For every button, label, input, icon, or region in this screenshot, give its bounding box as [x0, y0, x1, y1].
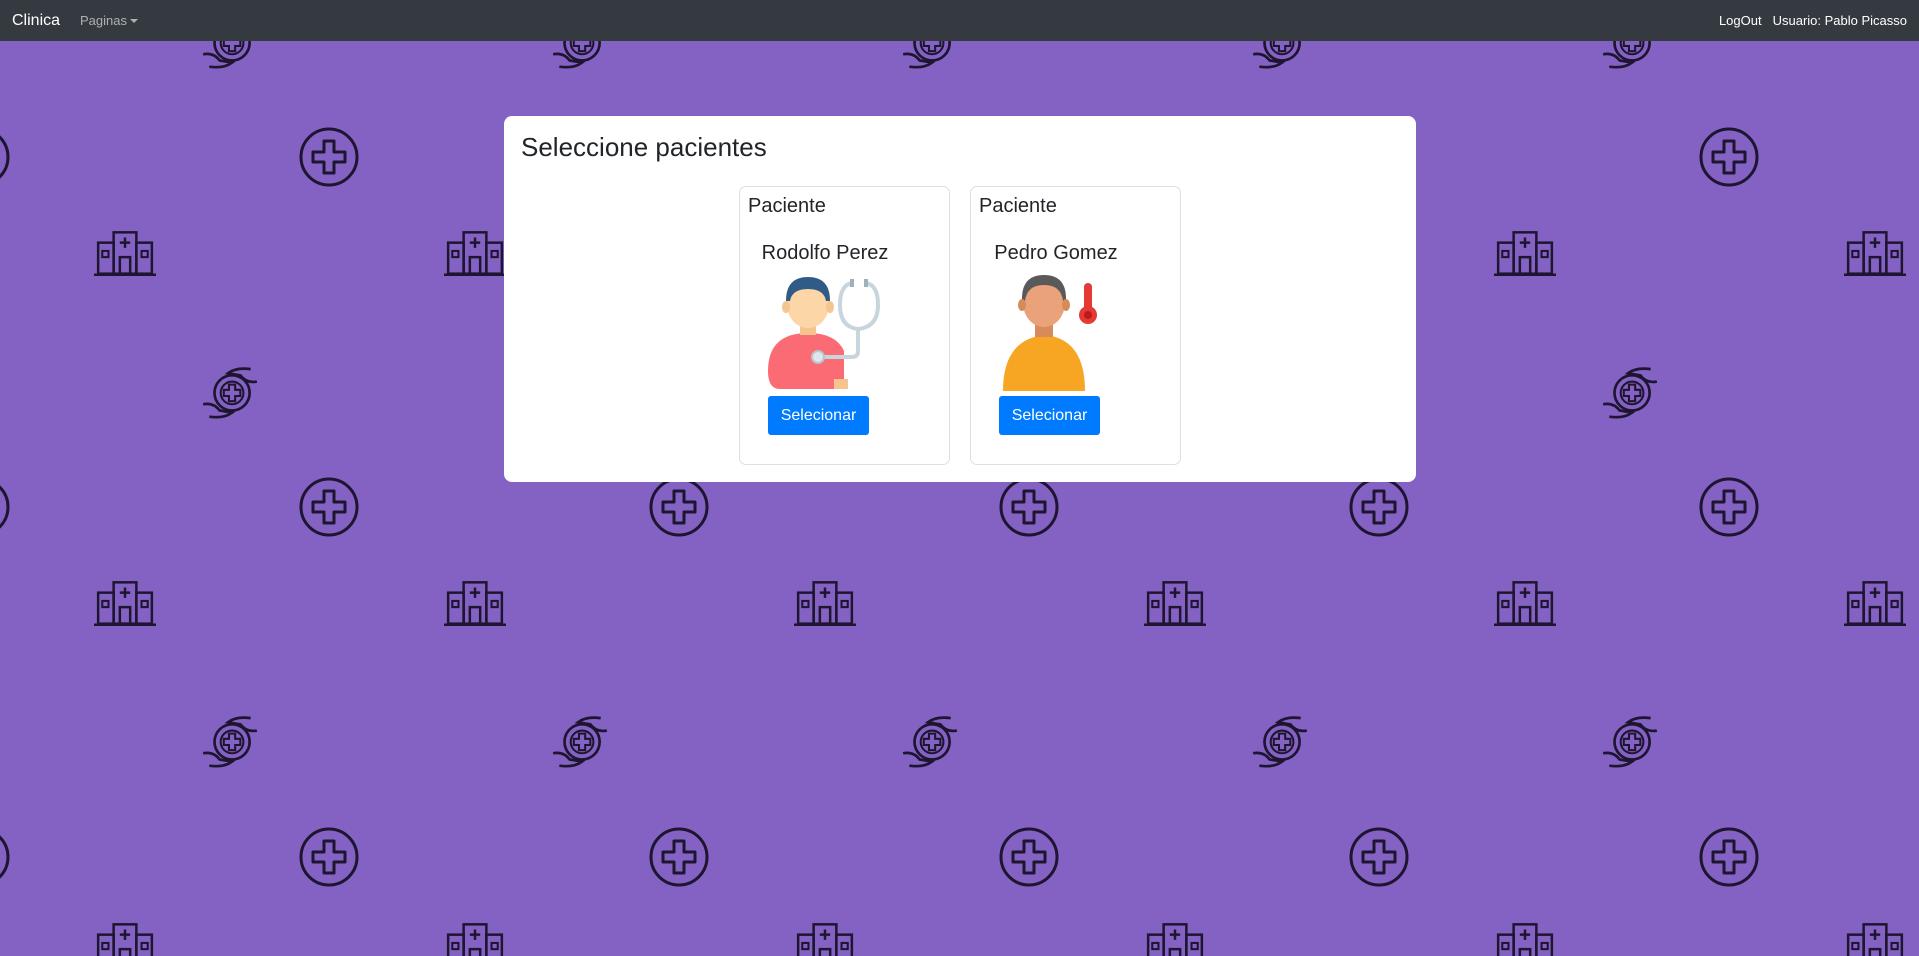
plus-circle-icon [1699, 477, 1759, 537]
patient-card: Paciente Rodolfo Perez Selecionar [739, 186, 950, 465]
chevron-down-icon [130, 18, 138, 23]
hands-care-icon [1251, 716, 1309, 768]
hospital-building-icon [794, 581, 856, 626]
plus-circle-icon [0, 827, 10, 887]
hands-care-icon [551, 716, 609, 768]
hospital-building-icon [94, 581, 156, 626]
plus-circle-icon [299, 477, 359, 537]
hospital-building-icon [444, 231, 506, 276]
plus-circle-icon [0, 477, 10, 537]
plus-circle-icon [1699, 127, 1759, 187]
nav-right-group: LogOut Usuario: Pablo Picasso [1719, 13, 1907, 28]
plus-circle-icon [649, 477, 709, 537]
plus-circle-icon [299, 127, 359, 187]
hands-care-icon [201, 367, 259, 419]
hospital-building-icon [1494, 923, 1556, 956]
hospital-building-icon [1494, 231, 1556, 276]
brand-link[interactable]: Clinica [12, 12, 60, 29]
hands-care-icon [201, 716, 259, 768]
hospital-building-icon [1844, 923, 1906, 956]
plus-circle-icon [999, 827, 1059, 887]
patient-card: Paciente Pedro Gomez Selecionar [970, 186, 1181, 465]
pages-dropdown[interactable]: Paginas [80, 13, 138, 28]
plus-circle-icon [1349, 827, 1409, 887]
hospital-building-icon [1144, 581, 1206, 626]
user-label: Usuario: Pablo Picasso [1772, 13, 1907, 28]
plus-circle-icon [1699, 827, 1759, 887]
card-header: Paciente [748, 195, 826, 217]
hospital-building-icon [1844, 581, 1906, 626]
hospital-building-icon [1144, 923, 1206, 956]
hospital-building-icon [1844, 231, 1906, 276]
top-navbar: Clinica Paginas LogOut Usuario: Pablo Pi… [0, 0, 1919, 41]
plus-circle-icon [649, 827, 709, 887]
select-patient-dialog: Seleccione pacientes Paciente Rodolfo Pe… [504, 116, 1416, 482]
plus-circle-icon [0, 127, 10, 187]
plus-circle-icon [999, 477, 1059, 537]
plus-circle-icon [1349, 477, 1409, 537]
hospital-building-icon [1494, 581, 1556, 626]
select-button[interactable]: Selecionar [999, 396, 1100, 435]
hospital-building-icon [94, 231, 156, 276]
patient-thermometer-icon [1003, 275, 1097, 391]
patient-name: Pedro Gomez [994, 242, 1118, 264]
hospital-building-icon [94, 923, 156, 956]
hospital-building-icon [444, 923, 506, 956]
hands-care-icon [901, 716, 959, 768]
hands-care-icon [1601, 367, 1659, 419]
hands-care-icon [1601, 716, 1659, 768]
plus-circle-icon [299, 827, 359, 887]
dialog-title: Seleccione pacientes [521, 132, 767, 162]
hospital-building-icon [444, 581, 506, 626]
select-button[interactable]: Selecionar [768, 396, 869, 435]
card-header: Paciente [979, 195, 1057, 217]
patient-name: Rodolfo Perez [761, 242, 889, 264]
logout-link[interactable]: LogOut [1719, 13, 1762, 28]
hospital-building-icon [794, 923, 856, 956]
doctor-stethoscope-icon [768, 277, 881, 389]
pages-dropdown-label: Paginas [80, 13, 127, 28]
